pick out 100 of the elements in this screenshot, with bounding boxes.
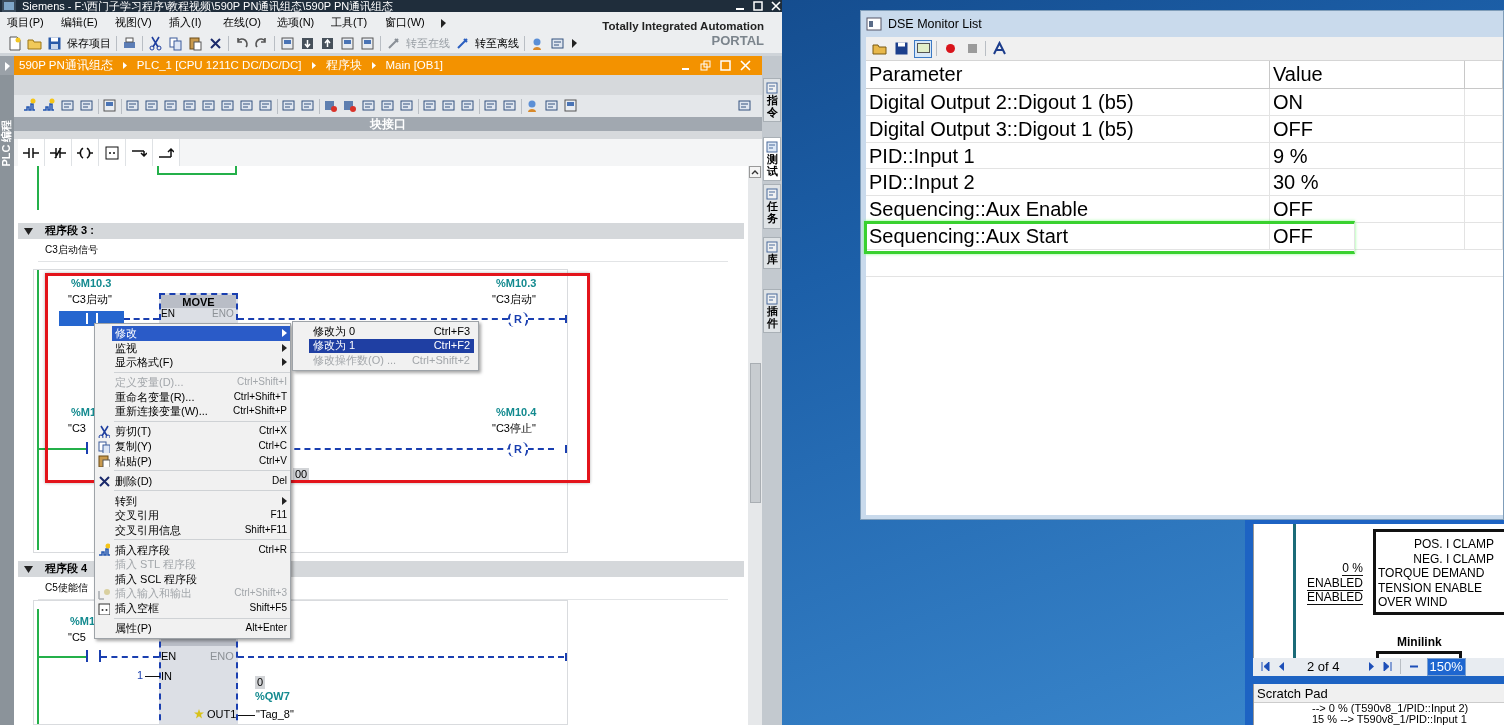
contact[interactable] bbox=[86, 650, 101, 664]
collapse-arrow-icon[interactable] bbox=[24, 227, 33, 235]
toolbar-icon[interactable] bbox=[380, 98, 396, 114]
menu-item[interactable]: 在线(O) bbox=[223, 15, 277, 30]
collapse-arrow-icon[interactable] bbox=[24, 565, 33, 573]
open-branch-button[interactable] bbox=[126, 139, 153, 166]
menu-item[interactable]: 修改 bbox=[112, 326, 290, 341]
network-comment[interactable]: C3启动信号 bbox=[38, 239, 728, 262]
menu-item[interactable]: 监视 bbox=[112, 340, 290, 356]
toolbar-icon[interactable] bbox=[201, 98, 217, 114]
clipboard-icon[interactable] bbox=[188, 35, 203, 51]
toolbar-icon[interactable] bbox=[422, 98, 438, 114]
menu-item[interactable]: 修改为 0 Ctrl+F3 bbox=[309, 324, 474, 339]
menu-item[interactable]: 编辑(E) bbox=[61, 15, 115, 30]
menu-item[interactable]: 选项(N) bbox=[277, 15, 331, 30]
toolbar-icon[interactable] bbox=[460, 98, 476, 114]
device-icon[interactable] bbox=[280, 35, 295, 51]
menu-item[interactable]: 复制(Y) Ctrl+C bbox=[112, 438, 290, 454]
table-row[interactable]: Digital Output 2::Digout 1 (b5) ON bbox=[866, 89, 1503, 116]
side-tab[interactable]: 指令 bbox=[763, 78, 781, 123]
toolbar-icon[interactable] bbox=[79, 98, 95, 114]
menu-item[interactable]: 插入空框 Shift+F5 bbox=[112, 601, 290, 616]
negated-contact-button[interactable] bbox=[45, 139, 72, 166]
printer-icon[interactable] bbox=[122, 35, 137, 51]
maximize-icon[interactable] bbox=[752, 0, 764, 12]
last-page-icon[interactable] bbox=[1382, 662, 1392, 672]
menu-item[interactable]: 修改为 1 Ctrl+F2 bbox=[309, 338, 474, 354]
toolbar-icon[interactable] bbox=[300, 98, 316, 114]
toolbar-icon[interactable] bbox=[258, 98, 274, 114]
menu-item[interactable]: 插入程序段 Ctrl+R bbox=[112, 542, 290, 558]
monitor-icon[interactable] bbox=[915, 41, 931, 56]
network-icon[interactable] bbox=[22, 98, 38, 114]
more-arrow-icon[interactable] bbox=[439, 17, 447, 28]
network-header[interactable]: 程序段 3 : bbox=[18, 223, 744, 239]
menu-item[interactable]: 显示格式(F) bbox=[112, 355, 290, 370]
scroll-up-icon[interactable] bbox=[749, 166, 761, 178]
contact-button[interactable] bbox=[18, 139, 45, 166]
menu-item[interactable]: 重命名变量(R)... Ctrl+Shift+T bbox=[112, 389, 290, 405]
toolbar-icon[interactable] bbox=[144, 98, 160, 114]
menu-item[interactable]: 工具(T) bbox=[331, 15, 385, 30]
previous-page-icon[interactable] bbox=[1278, 662, 1285, 672]
upload-icon[interactable] bbox=[320, 35, 335, 51]
device-icon[interactable] bbox=[360, 35, 375, 51]
toolbar-icon[interactable] bbox=[323, 98, 339, 114]
toolbar-icon[interactable] bbox=[60, 98, 76, 114]
side-tab[interactable]: 库 bbox=[763, 236, 781, 269]
expand-button[interactable] bbox=[0, 56, 14, 75]
close-icon[interactable] bbox=[208, 35, 223, 51]
toolbar-icon[interactable] bbox=[342, 98, 358, 114]
menu-item[interactable]: 项目(P) bbox=[7, 15, 61, 30]
toolbar-icon[interactable] bbox=[737, 98, 753, 114]
menu-item[interactable]: 交叉引用 F11 bbox=[112, 508, 290, 523]
next-page-icon[interactable] bbox=[1367, 662, 1375, 672]
download-icon[interactable] bbox=[300, 35, 315, 51]
menu-item[interactable]: 插入(I) bbox=[169, 15, 223, 30]
toolbar-icon[interactable] bbox=[483, 98, 499, 114]
close-icon[interactable] bbox=[770, 0, 782, 12]
menu-item[interactable]: 转到 bbox=[112, 493, 290, 509]
coil-button[interactable] bbox=[72, 139, 99, 166]
toolbar-icon[interactable] bbox=[441, 98, 457, 114]
toolbar-icon[interactable] bbox=[399, 98, 415, 114]
folder-icon[interactable] bbox=[871, 41, 887, 56]
menu-item[interactable]: 属性(P) Alt+Enter bbox=[112, 621, 290, 636]
menu-item[interactable]: 粘贴(P) Ctrl+V bbox=[112, 453, 290, 469]
side-tab[interactable]: 任务 bbox=[763, 184, 781, 229]
more-arrow-icon[interactable] bbox=[570, 38, 578, 48]
side-tab[interactable]: 测试 bbox=[763, 137, 781, 182]
table-row[interactable]: Sequencing::Aux Enable OFF bbox=[866, 196, 1503, 223]
zoom-field[interactable]: 150% bbox=[1426, 658, 1466, 676]
menu-item[interactable]: 视图(V) bbox=[115, 15, 169, 30]
table-row[interactable]: PID::Input 2 30 % bbox=[866, 169, 1503, 197]
table-row[interactable]: PID::Input 1 9 % bbox=[866, 142, 1503, 170]
toolbar-icon[interactable] bbox=[220, 98, 236, 114]
device-icon[interactable] bbox=[102, 98, 118, 114]
toolbar-icon[interactable] bbox=[544, 98, 560, 114]
close-branch-button[interactable] bbox=[153, 139, 180, 166]
menu-item[interactable]: 剪切(T) Ctrl+X bbox=[112, 424, 290, 439]
table-row[interactable]: Digital Output 3::Digout 1 (b5) OFF bbox=[866, 115, 1503, 143]
toolbar-icon[interactable] bbox=[125, 98, 141, 114]
first-page-icon[interactable] bbox=[1261, 662, 1270, 672]
toolbar-icon[interactable] bbox=[163, 98, 179, 114]
menu-item[interactable]: 窗口(W) bbox=[385, 15, 439, 30]
menu-item[interactable]: 交叉引用信息 Shift+F11 bbox=[112, 522, 290, 538]
toolbar-button[interactable]: 保存项目 bbox=[67, 36, 111, 50]
device-icon[interactable] bbox=[340, 35, 355, 51]
side-tab[interactable]: 插件 bbox=[763, 288, 781, 333]
font-icon[interactable] bbox=[991, 41, 1007, 56]
copy-icon[interactable] bbox=[168, 35, 183, 51]
column-header[interactable]: Value bbox=[1270, 61, 1465, 88]
toolbar-icon[interactable] bbox=[281, 98, 297, 114]
scrollbar-thumb[interactable] bbox=[749, 363, 761, 503]
toolbar-icon[interactable] bbox=[239, 98, 255, 114]
toolbar-icon[interactable] bbox=[182, 98, 198, 114]
menu-item[interactable]: 重新连接变量(W)... Ctrl+Shift+P bbox=[112, 404, 290, 419]
toolbar-icon[interactable] bbox=[550, 35, 565, 51]
toolbar-icon[interactable] bbox=[502, 98, 518, 114]
expand-arrow-icon[interactable] bbox=[3, 60, 11, 71]
document-icon[interactable] bbox=[7, 35, 22, 51]
toolbar-button[interactable]: 转至离线 bbox=[475, 36, 519, 50]
network-icon[interactable] bbox=[41, 98, 57, 114]
